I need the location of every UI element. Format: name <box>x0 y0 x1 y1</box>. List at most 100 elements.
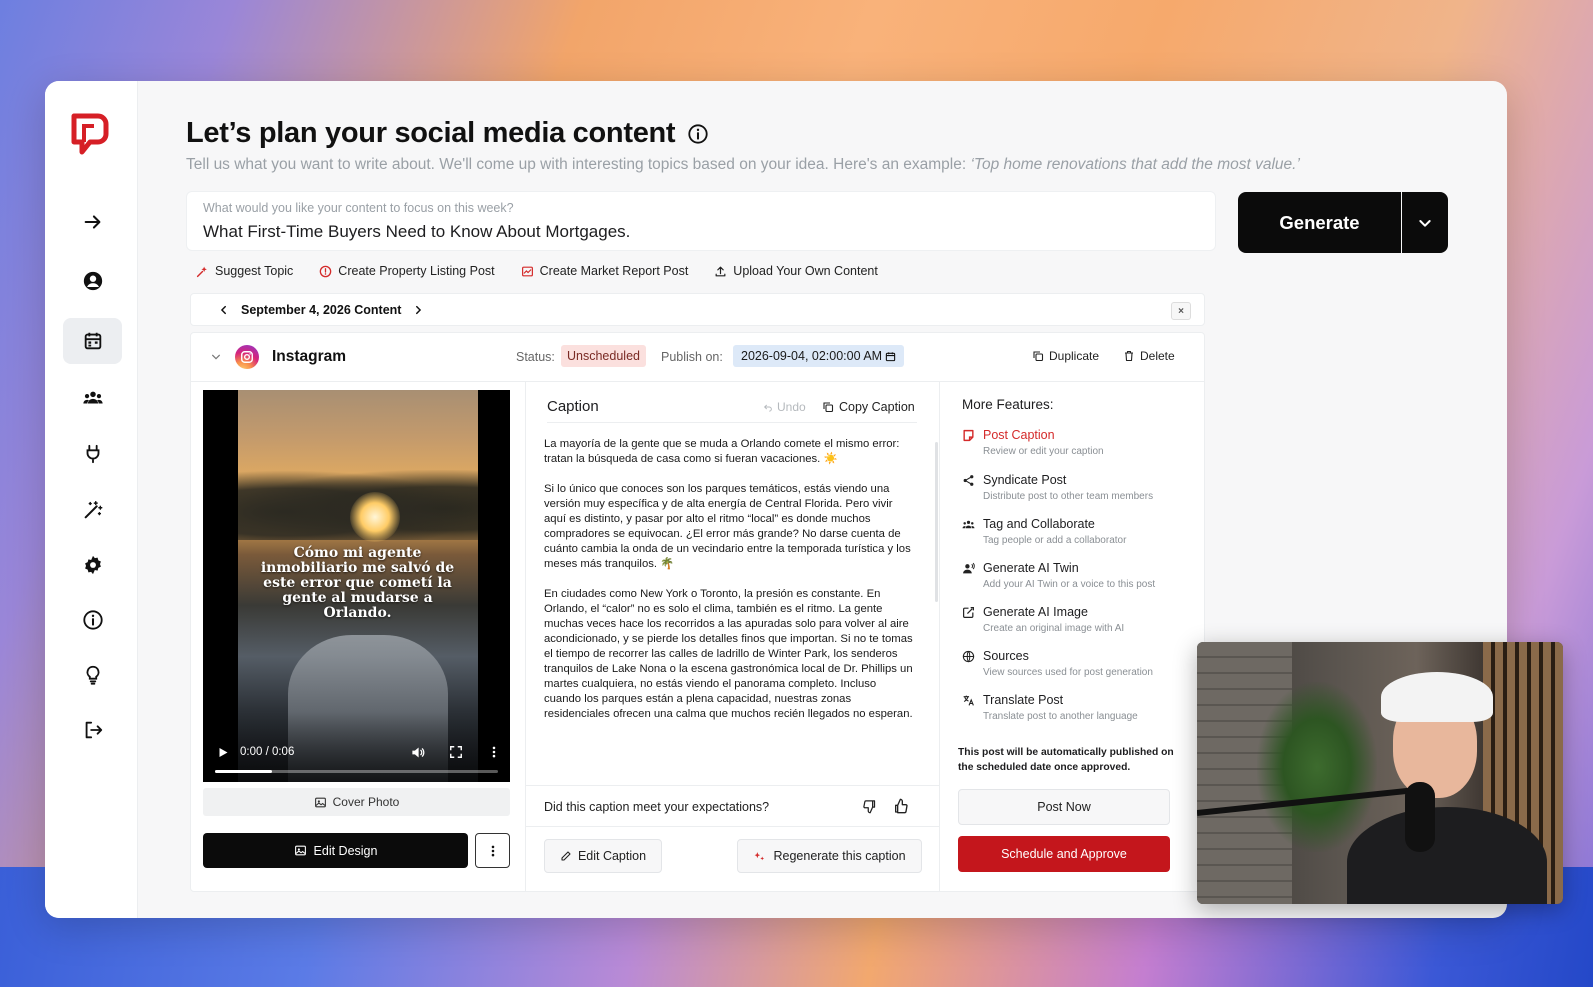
nav-magic-icon[interactable] <box>63 487 122 533</box>
upload-content-button[interactable]: Upload Your Own Content <box>714 264 878 278</box>
features-title: More Features: <box>962 397 1054 412</box>
copy-caption-label: Copy Caption <box>839 400 915 414</box>
feature-tag-collaborate[interactable]: Tag and Collaborate Tag people or add a … <box>962 517 1202 546</box>
topic-input[interactable]: What would you like your content to focu… <box>186 191 1216 251</box>
edit-caption-button[interactable]: Edit Caption <box>544 839 662 873</box>
status-badge: Unscheduled <box>561 345 646 367</box>
nav-profile-icon[interactable] <box>63 258 122 304</box>
post-card: Instagram Status: Unscheduled Publish on… <box>190 332 1205 892</box>
page-header: Let’s plan your social media content <box>186 117 709 150</box>
date-label: September 4, 2026 Content <box>241 302 402 317</box>
create-market-report-label: Create Market Report Post <box>539 264 689 278</box>
topic-input-value[interactable]: What First-Time Buyers Need to Know Abou… <box>203 222 630 242</box>
schedule-approve-button[interactable]: Schedule and Approve <box>958 836 1170 872</box>
feature-description: Distribute post to other team members <box>983 491 1154 502</box>
edit-design-button[interactable]: Edit Design <box>203 833 468 868</box>
generate-dropdown-button[interactable] <box>1402 192 1448 253</box>
date-navigator: September 4, 2026 Content × <box>190 293 1205 326</box>
nav-logout-icon[interactable] <box>63 707 122 753</box>
post-now-button[interactable]: Post Now <box>958 789 1170 825</box>
page-title: Let’s plan your social media content <box>186 117 676 149</box>
feature-label: Tag and Collaborate <box>983 517 1095 531</box>
feature-description: View sources used for post generation <box>983 667 1153 678</box>
feature-label: Sources <box>983 649 1029 663</box>
nav-lightbulb-icon[interactable] <box>63 652 122 698</box>
duplicate-button[interactable]: Duplicate <box>1032 349 1099 363</box>
page-subtitle: Tell us what you want to write about. We… <box>186 156 1300 174</box>
generate-button[interactable]: Generate <box>1238 192 1401 253</box>
thumbs-up-icon[interactable] <box>893 798 909 814</box>
feature-description: Add your AI Twin or a voice to this post <box>983 579 1156 590</box>
feature-description: Review or edit your caption <box>983 446 1104 457</box>
create-listing-post-button[interactable]: Create Property Listing Post <box>319 264 495 278</box>
nav-plug-icon[interactable] <box>63 431 122 477</box>
feature-ai-image[interactable]: Generate AI Image Create an original ima… <box>962 605 1202 634</box>
caption-text[interactable]: La mayoría de la gente que se muda a Orl… <box>544 437 914 737</box>
alert-circle-icon <box>320 265 332 277</box>
regenerate-caption-label: Regenerate this caption <box>773 849 906 863</box>
feature-ai-twin[interactable]: Generate AI Twin Add your AI Twin or a v… <box>962 561 1202 590</box>
play-icon[interactable] <box>217 746 229 759</box>
nav-info-icon[interactable] <box>63 597 122 643</box>
fullscreen-icon[interactable] <box>449 745 463 759</box>
copy-icon <box>823 402 834 413</box>
video-progress-fill <box>215 770 272 773</box>
video-overlay-text: Cómo mi agente inmobiliario me salvó de … <box>260 545 455 621</box>
pencil-icon <box>561 851 571 861</box>
feature-sources[interactable]: Sources View sources used for post gener… <box>962 649 1202 678</box>
close-icon[interactable]: × <box>1171 302 1191 320</box>
collapse-chevron-icon[interactable] <box>211 352 221 362</box>
more-options-button[interactable] <box>475 833 510 868</box>
info-icon[interactable] <box>687 123 709 145</box>
caption-panel: Caption Undo Copy Caption La mayoría de … <box>526 382 940 891</box>
chevron-right-icon[interactable] <box>413 305 423 315</box>
feature-post-caption[interactable]: Post Caption Review or edit your caption <box>962 428 1202 457</box>
nav-settings-icon[interactable] <box>63 542 122 588</box>
caption-scrollbar[interactable] <box>935 442 938 602</box>
feature-label: Translate Post <box>983 693 1064 707</box>
media-panel: Cómo mi agente inmobiliario me salvó de … <box>191 382 526 891</box>
undo-button[interactable]: Undo <box>763 400 806 414</box>
nav-calendar-icon[interactable] <box>63 318 122 364</box>
delete-button[interactable]: Delete <box>1123 349 1175 363</box>
video-player[interactable]: Cómo mi agente inmobiliario me salvó de … <box>203 390 510 782</box>
publish-datetime-field[interactable]: 2026-09-04, 02:00:00 AM <box>733 345 905 367</box>
ai-twin-icon <box>963 562 975 573</box>
publish-label: Publish on: <box>661 350 723 364</box>
microphone <box>1405 782 1435 852</box>
video-progress-bar[interactable] <box>215 770 498 773</box>
create-listing-post-label: Create Property Listing Post <box>338 264 495 278</box>
volume-icon[interactable] <box>410 745 426 760</box>
globe-icon <box>962 650 975 662</box>
auto-publish-note: This post will be automatically publishe… <box>958 747 1174 773</box>
upload-content-label: Upload Your Own Content <box>733 264 878 278</box>
sidebar <box>45 81 138 918</box>
brand-logo[interactable] <box>68 112 110 156</box>
image-icon <box>314 797 326 807</box>
divider <box>547 422 917 423</box>
trash-icon <box>1125 350 1133 362</box>
feature-translate[interactable]: Translate Post Translate post to another… <box>962 693 1202 722</box>
status-label: Status: <box>516 350 555 364</box>
create-market-report-button[interactable]: Create Market Report Post <box>521 264 689 278</box>
copy-caption-button[interactable]: Copy Caption <box>822 400 915 414</box>
suggest-topic-button[interactable]: Suggest Topic <box>196 264 293 278</box>
quick-actions: Suggest Topic Create Property Listing Po… <box>196 264 878 278</box>
nav-expand-icon[interactable] <box>63 199 122 245</box>
thumbs-down-icon[interactable] <box>862 799 877 814</box>
cover-photo-button[interactable]: Cover Photo <box>203 788 510 816</box>
feature-description: Translate post to another language <box>983 711 1138 722</box>
plant <box>1257 682 1377 852</box>
more-vertical-icon[interactable] <box>487 745 501 759</box>
feature-syndicate-post[interactable]: Syndicate Post Distribute post to other … <box>962 473 1202 502</box>
edit-design-label: Edit Design <box>313 843 378 858</box>
regenerate-caption-button[interactable]: Regenerate this caption <box>737 839 922 873</box>
caption-icon <box>963 429 974 441</box>
chevron-left-icon[interactable] <box>219 305 229 315</box>
edit-caption-label: Edit Caption <box>577 849 647 863</box>
features-panel: More Features: Post Caption Review or ed… <box>940 382 1204 891</box>
sparkle-icon <box>755 851 765 860</box>
caption-paragraph: En ciudades como New York o Toronto, la … <box>544 588 913 720</box>
undo-icon <box>763 404 772 412</box>
nav-team-icon[interactable] <box>63 375 122 421</box>
